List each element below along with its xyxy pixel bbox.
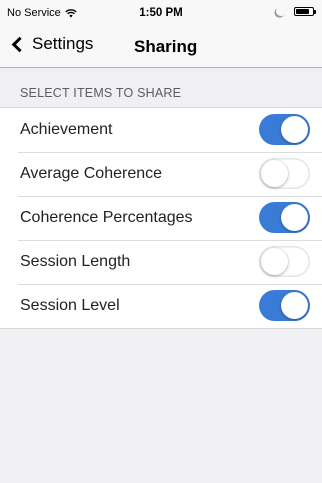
navigation-bar: Settings Sharing (0, 26, 322, 68)
battery-fill (296, 8, 309, 14)
item-label: Coherence Percentages (20, 209, 193, 226)
status-right (275, 5, 316, 18)
toggle-switch[interactable] (259, 202, 310, 233)
section-header-label: SELECT ITEMS TO SHARE (20, 86, 182, 100)
item-label: Session Level (20, 297, 120, 314)
share-items-list: Achievement Average Coherence Coherence … (0, 108, 322, 329)
list-item: Coherence Percentages (0, 196, 322, 240)
back-button[interactable]: Settings (10, 34, 93, 54)
toggle-switch[interactable] (259, 114, 310, 145)
toggle-switch[interactable] (259, 290, 310, 321)
toggle-knob (261, 160, 288, 187)
chevron-left-icon (11, 36, 28, 52)
toggle-knob (281, 292, 308, 319)
status-time: 1:50 PM (139, 7, 183, 19)
list-item: Session Level (0, 284, 322, 328)
status-bar: No Service 1:50 PM (0, 0, 322, 26)
toggle-switch[interactable] (259, 158, 310, 189)
item-label: Session Length (20, 253, 131, 270)
toggle-knob (261, 248, 288, 275)
item-label: Achievement (20, 121, 113, 138)
toggle-switch[interactable] (259, 246, 310, 277)
list-item: Average Coherence (0, 152, 322, 196)
page-title: Sharing (134, 37, 198, 56)
item-label: Average Coherence (20, 165, 163, 182)
back-label: Settings (32, 34, 94, 53)
list-item: Session Length (0, 240, 322, 284)
list-item: Achievement (0, 108, 322, 152)
toggle-knob (281, 116, 308, 143)
section-header: SELECT ITEMS TO SHARE (0, 68, 322, 108)
toggle-knob (281, 204, 308, 231)
moon-icon (275, 5, 288, 18)
battery-icon (294, 6, 316, 16)
